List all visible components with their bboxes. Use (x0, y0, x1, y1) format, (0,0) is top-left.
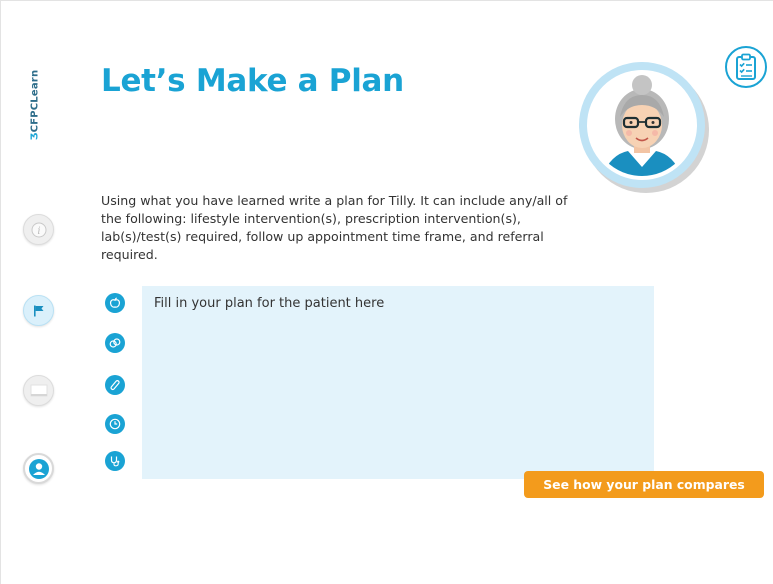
lab-test-tube-icon[interactable] (105, 375, 125, 395)
brand-logo: ƷCFPCLearn (25, 59, 45, 151)
user-icon (28, 458, 49, 479)
chat-icon (30, 384, 47, 396)
clipboard-button[interactable] (724, 45, 768, 89)
slide-frame: ƷCFPCLearn i Let’s Make a Plan Using wha… (0, 0, 773, 584)
prescription-pills-icon[interactable] (105, 333, 125, 353)
sidebar-item-plan[interactable] (23, 295, 54, 326)
sidebar-item-profile[interactable] (23, 453, 54, 484)
info-icon: i (31, 222, 46, 237)
svg-text:i: i (37, 226, 40, 237)
patient-avatar (576, 59, 712, 195)
brand-name: CFPCLearn (29, 69, 41, 133)
referral-stethoscope-icon[interactable] (105, 451, 125, 471)
sidebar-item-notes[interactable] (23, 375, 54, 406)
plan-input[interactable] (142, 286, 654, 479)
flag-icon (33, 305, 43, 316)
see-plan-comparison-button[interactable]: See how your plan compares (524, 471, 764, 498)
clipboard-icon (725, 46, 767, 88)
brand-text: ƷCFPCLearn (30, 70, 41, 141)
sidebar-item-info[interactable]: i (23, 214, 54, 245)
patient-portrait (579, 62, 709, 193)
follow-up-clock-icon[interactable] (105, 414, 125, 434)
lifestyle-apple-icon[interactable] (105, 293, 125, 313)
instruction-text: Using what you have learned write a plan… (101, 193, 568, 262)
page-title: Let’s Make a Plan (101, 63, 404, 99)
brand-mark: Ʒ (29, 132, 41, 141)
